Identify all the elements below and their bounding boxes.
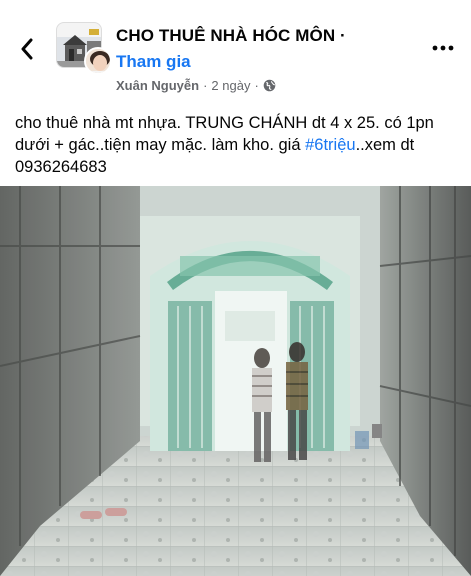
post-body: cho thuê nhà mt nhựa. TRUNG CHÁNH dt 4 x… <box>15 112 465 178</box>
author-avatar[interactable] <box>84 47 112 75</box>
author-name[interactable]: Xuân Nguyễn <box>116 78 199 93</box>
group-avatar[interactable] <box>56 22 112 75</box>
more-dots-icon <box>432 45 454 51</box>
more-options-button[interactable] <box>426 38 460 58</box>
hashtag-link[interactable]: #6triệu <box>305 136 355 154</box>
join-group-link[interactable]: Tham gia <box>116 52 191 72</box>
group-name[interactable]: CHO THUÊ NHÀ HÓC MÔN · <box>116 26 346 46</box>
meta-separator-2: · <box>254 78 259 93</box>
post-meta: Xuân Nguyễn · 2 ngày · <box>116 78 276 93</box>
meta-separator: · <box>203 78 208 93</box>
post-photo[interactable] <box>0 186 471 576</box>
back-button[interactable] <box>12 32 42 66</box>
post-time[interactable]: 2 ngày <box>211 78 250 93</box>
globe-icon <box>263 79 276 92</box>
post-header: CHO THUÊ NHÀ HÓC MÔN · Tham gia Xuân Ngu… <box>0 0 471 100</box>
chevron-left-icon <box>21 38 33 60</box>
